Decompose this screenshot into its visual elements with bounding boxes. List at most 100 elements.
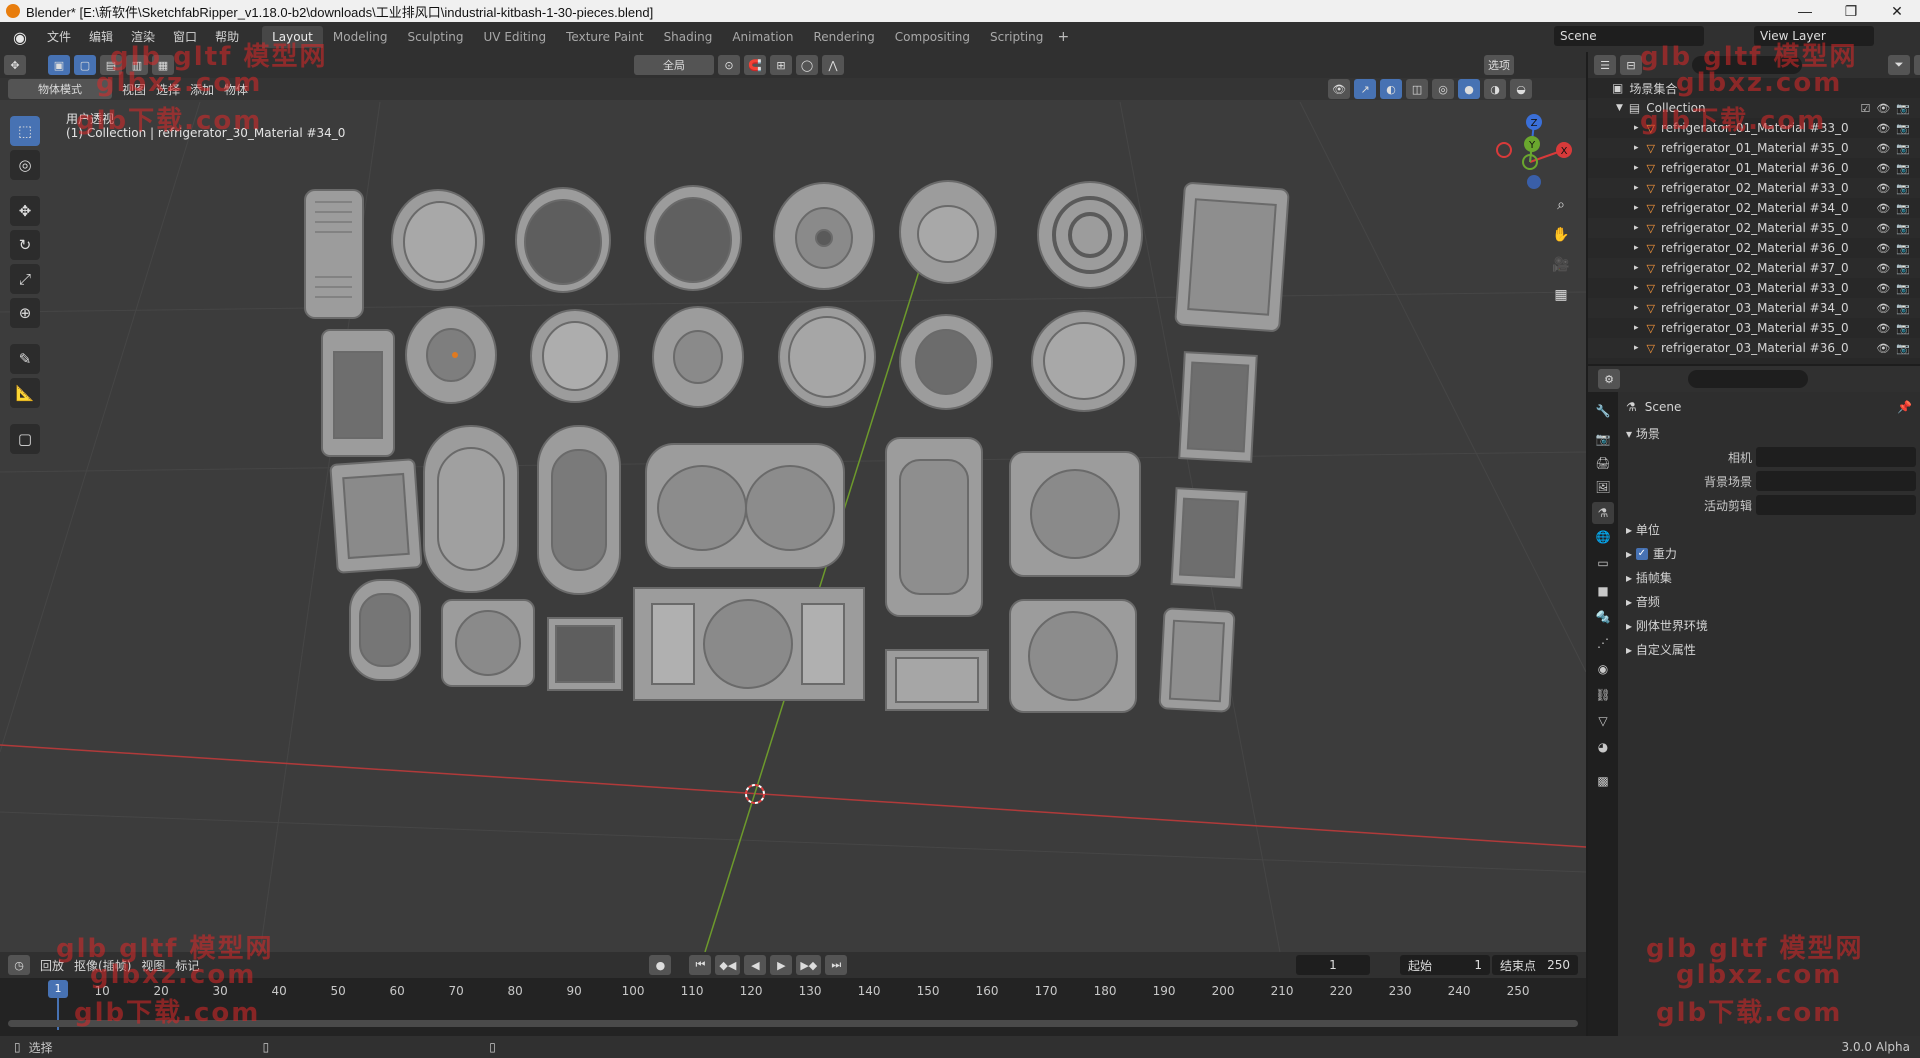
eye-icon[interactable]: 👁 [1876,102,1890,115]
camera-view-icon[interactable]: 🎥 [1548,252,1574,278]
outliner-editor-type-icon[interactable]: ☰ [1594,55,1616,75]
outliner-item[interactable]: ▸ ▽ refrigerator_02_Material #37_0 👁 📷 [1588,258,1920,278]
select-new-icon[interactable]: ▢ [74,55,96,75]
render-tab-icon[interactable]: 📷 [1592,428,1614,450]
add-workspace-icon[interactable]: + [1053,29,1073,45]
scene-tab-icon[interactable]: ⚗ [1592,502,1614,524]
tab-sculpting[interactable]: Sculpting [397,26,473,48]
visibility-icon[interactable]: 👁 [1328,79,1351,99]
object-tab-icon[interactable]: ■ [1592,580,1614,602]
expand-arrow-icon[interactable]: ▸ [1634,263,1639,273]
expand-arrow-icon[interactable]: ▸ [1634,323,1639,333]
shading-material-icon[interactable]: ◑ [1484,79,1507,99]
end-frame-field[interactable]: 结束点 250 [1492,955,1578,975]
select-box-mode-icon[interactable]: ▣ [48,55,70,75]
eye-icon[interactable]: 👁 [1876,342,1890,355]
material-tab-icon[interactable]: ◕ [1592,736,1614,758]
tab-shading[interactable]: Shading [654,26,723,48]
texture-tab-icon[interactable]: ▩ [1592,770,1614,792]
tab-scripting[interactable]: Scripting [980,26,1053,48]
camera-icon[interactable]: 📷 [1896,202,1910,215]
properties-editor-type-icon[interactable]: ⚙ [1598,369,1620,389]
camera-icon[interactable]: 📷 [1896,162,1910,175]
snap-target-icon[interactable]: ⊞ [770,55,792,75]
eye-icon[interactable]: 👁 [1876,162,1890,175]
gravity-checkbox[interactable]: ✓ [1635,548,1648,560]
outliner-item[interactable]: ▸ ▽ refrigerator_02_Material #36_0 👁 📷 [1588,238,1920,258]
shading-solid-icon[interactable]: ● [1458,79,1481,99]
expand-arrow-icon[interactable]: ▸ [1634,183,1639,193]
outliner-item[interactable]: ▸ ▽ refrigerator_02_Material #35_0 👁 📷 [1588,218,1920,238]
outliner-item[interactable]: ▸ ▽ refrigerator_01_Material #36_0 👁 📷 [1588,158,1920,178]
scale-tool-icon[interactable]: ⤢ [10,264,40,294]
maximize-button[interactable]: ❐ [1828,0,1874,22]
outliner-item[interactable]: ▸ ▽ refrigerator_03_Material #36_0 👁 📷 [1588,338,1920,358]
camera-icon[interactable]: 📷 [1896,342,1910,355]
falloff-icon[interactable]: ⋀ [822,55,844,75]
collapse-arrow-icon[interactable]: ▼ [1616,103,1623,113]
data-tab-icon[interactable]: ▽ [1592,710,1614,732]
units-panel[interactable]: ▸ 单位 [1618,518,1920,540]
kitbash-pieces[interactable] [304,180,1290,713]
tab-rendering[interactable]: Rendering [804,26,885,48]
display-mode-icon[interactable]: ⊟ [1620,55,1642,75]
jump-end-icon[interactable]: ⏭ [825,955,848,975]
overlay-toggle-icon[interactable]: ◐ [1380,79,1403,99]
current-frame-field[interactable]: 1 [1296,955,1370,975]
expand-arrow-icon[interactable]: ▸ [1634,203,1639,213]
camera-icon[interactable]: 📷 [1896,182,1910,195]
3d-viewport[interactable]: Z Y X ✥ ▣ ▢ ▤ ▥ ▦ 全局 ⊙ 🧲 ⊞ ◯ ⋀ 选项 物体模式 视… [0,52,1586,952]
options-dropdown[interactable]: 选项 [1484,55,1514,75]
proportional-edit-icon[interactable]: ◯ [796,55,818,75]
checkbox-icon[interactable]: ☑ [1860,102,1870,115]
xray-icon[interactable]: ◫ [1406,79,1429,99]
shading-rendered-icon[interactable]: ◒ [1510,79,1533,99]
eye-icon[interactable]: 👁 [1876,242,1890,255]
rigid-body-world-panel[interactable]: ▸ 刚体世界环境 [1618,614,1920,636]
camera-icon[interactable]: 📷 [1896,242,1910,255]
close-button[interactable]: ✕ [1874,0,1920,22]
collection-tab-icon[interactable]: ▭ [1592,552,1614,574]
play-reverse-icon[interactable]: ◀ [744,955,767,975]
eye-icon[interactable]: 👁 [1876,202,1890,215]
minimize-button[interactable]: — [1782,0,1828,22]
expand-arrow-icon[interactable]: ▸ [1634,303,1639,313]
audio-panel[interactable]: ▸ 音频 [1618,590,1920,612]
scene-section-header[interactable]: ▾ 场景 [1618,422,1920,444]
editor-type-icon[interactable]: ✥ [4,55,26,75]
cursor-tool-icon[interactable]: ◎ [10,150,40,180]
select-tool-icon[interactable]: ⬚ [10,116,40,146]
pin-icon[interactable]: 📌 [1897,400,1912,414]
background-scene-field[interactable] [1756,471,1916,491]
expand-arrow-icon[interactable]: ▸ [1634,283,1639,293]
outliner-item[interactable]: ▸ ▽ refrigerator_03_Material #35_0 👁 📷 [1588,318,1920,338]
tab-compositing[interactable]: Compositing [885,26,980,48]
expand-arrow-icon[interactable]: ▸ [1634,143,1639,153]
timeline-editor-type-icon[interactable]: ◷ [8,955,30,975]
rotate-tool-icon[interactable]: ↻ [10,230,40,260]
pivot-point-icon[interactable]: ⊙ [718,55,740,75]
outliner-item[interactable]: ▸ ▽ refrigerator_02_Material #33_0 👁 📷 [1588,178,1920,198]
camera-icon[interactable]: 📷 [1896,282,1910,295]
particles-tab-icon[interactable]: ⋰ [1592,632,1614,654]
measure-tool-icon[interactable]: 📐 [10,378,40,408]
camera-icon[interactable]: 📷 [1896,302,1910,315]
jump-start-icon[interactable]: ⏮ [689,955,712,975]
playhead[interactable]: 1 [48,980,68,998]
camera-icon[interactable]: 📷 [1896,102,1910,115]
outliner-panel[interactable]: ☰ ⊟ ⏷ ⊞ ▣ 场景集合 ▼ ▤ Collection ☑👁📷 ▸▽refr… [1588,52,1920,364]
custom-properties-panel[interactable]: ▸ 自定义属性 [1618,638,1920,660]
eye-icon[interactable]: 👁 [1876,322,1890,335]
expand-arrow-icon[interactable]: ▸ [1634,123,1639,133]
blender-menu-icon[interactable]: ◉ [10,27,30,47]
eye-icon[interactable]: 👁 [1876,302,1890,315]
snap-icon[interactable]: 🧲 [744,55,766,75]
eye-icon[interactable]: 👁 [1876,262,1890,275]
zoom-icon[interactable]: ⌕ [1548,192,1574,218]
tab-uv-editing[interactable]: UV Editing [474,26,557,48]
properties-search-input[interactable] [1688,370,1808,388]
expand-arrow-icon[interactable]: ▸ [1634,243,1639,253]
tab-texture-paint[interactable]: Texture Paint [556,26,653,48]
prev-keyframe-icon[interactable]: ◆◀ [715,955,741,975]
gravity-panel[interactable]: ▸ ✓ 重力 [1618,542,1920,564]
